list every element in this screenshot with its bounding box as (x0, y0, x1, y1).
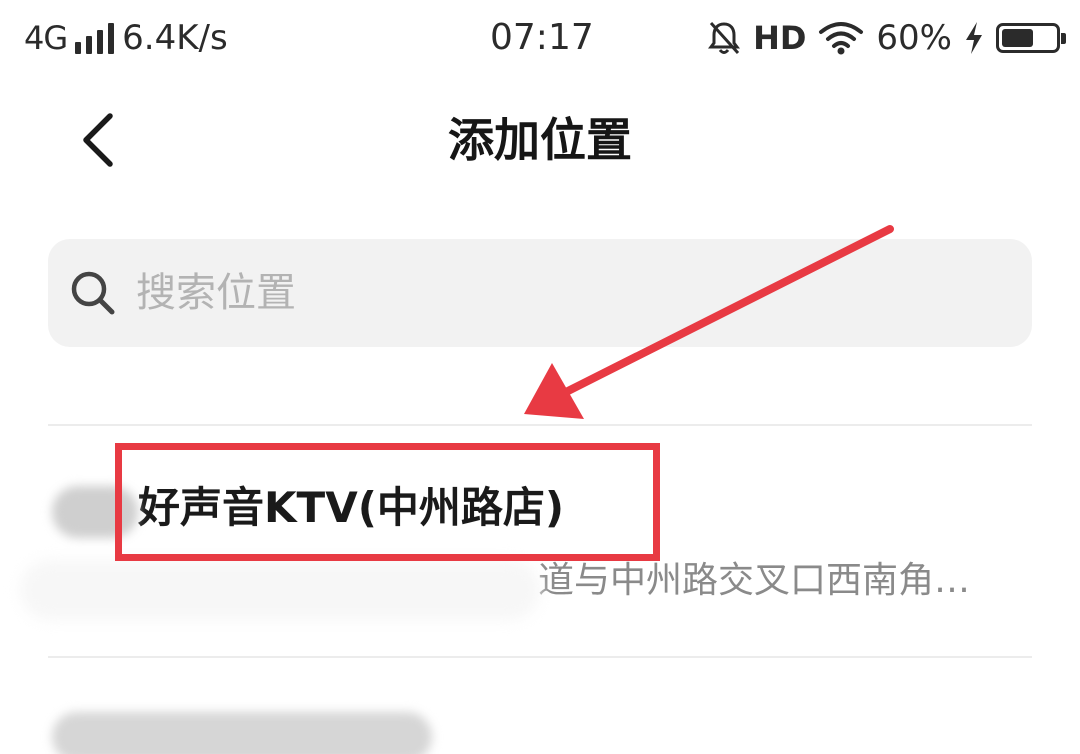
status-left: 4G 6.4K/s (24, 16, 228, 60)
list-divider (48, 424, 1032, 426)
search-icon (71, 271, 115, 315)
back-button[interactable] (60, 102, 136, 178)
highlight-box (115, 443, 660, 561)
page-title: 添加位置 (448, 113, 632, 167)
status-bar: 4G 6.4K/s 07:17 HD 60% (0, 0, 1080, 78)
title-bar: 添加位置 (0, 90, 1080, 190)
chevron-left-icon (83, 113, 113, 167)
wifi-icon (819, 22, 864, 55)
network-speed: 6.4K/s (122, 18, 228, 58)
bolt-icon (966, 22, 982, 54)
battery-level (1002, 29, 1034, 47)
search-input[interactable] (136, 239, 996, 347)
location-address: 道与中州路交叉口西南角… (538, 560, 971, 601)
screen: 4G 6.4K/s 07:17 HD 60% 添加位置 搜索位置 好声音KTV(… (0, 0, 1080, 754)
hd-indicator: HD (753, 19, 807, 57)
search-bar[interactable] (48, 239, 1032, 347)
signal-icon (75, 22, 115, 54)
list-divider (48, 656, 1032, 658)
battery-icon (996, 23, 1066, 53)
status-time: 07:17 (490, 17, 594, 58)
status-right: HD 60% (707, 16, 1066, 60)
blur-mask (52, 712, 432, 754)
bell-off-icon (708, 21, 741, 55)
blur-mask (20, 560, 540, 620)
battery-percent: 60% (876, 18, 952, 58)
network-type: 4G (24, 19, 68, 57)
